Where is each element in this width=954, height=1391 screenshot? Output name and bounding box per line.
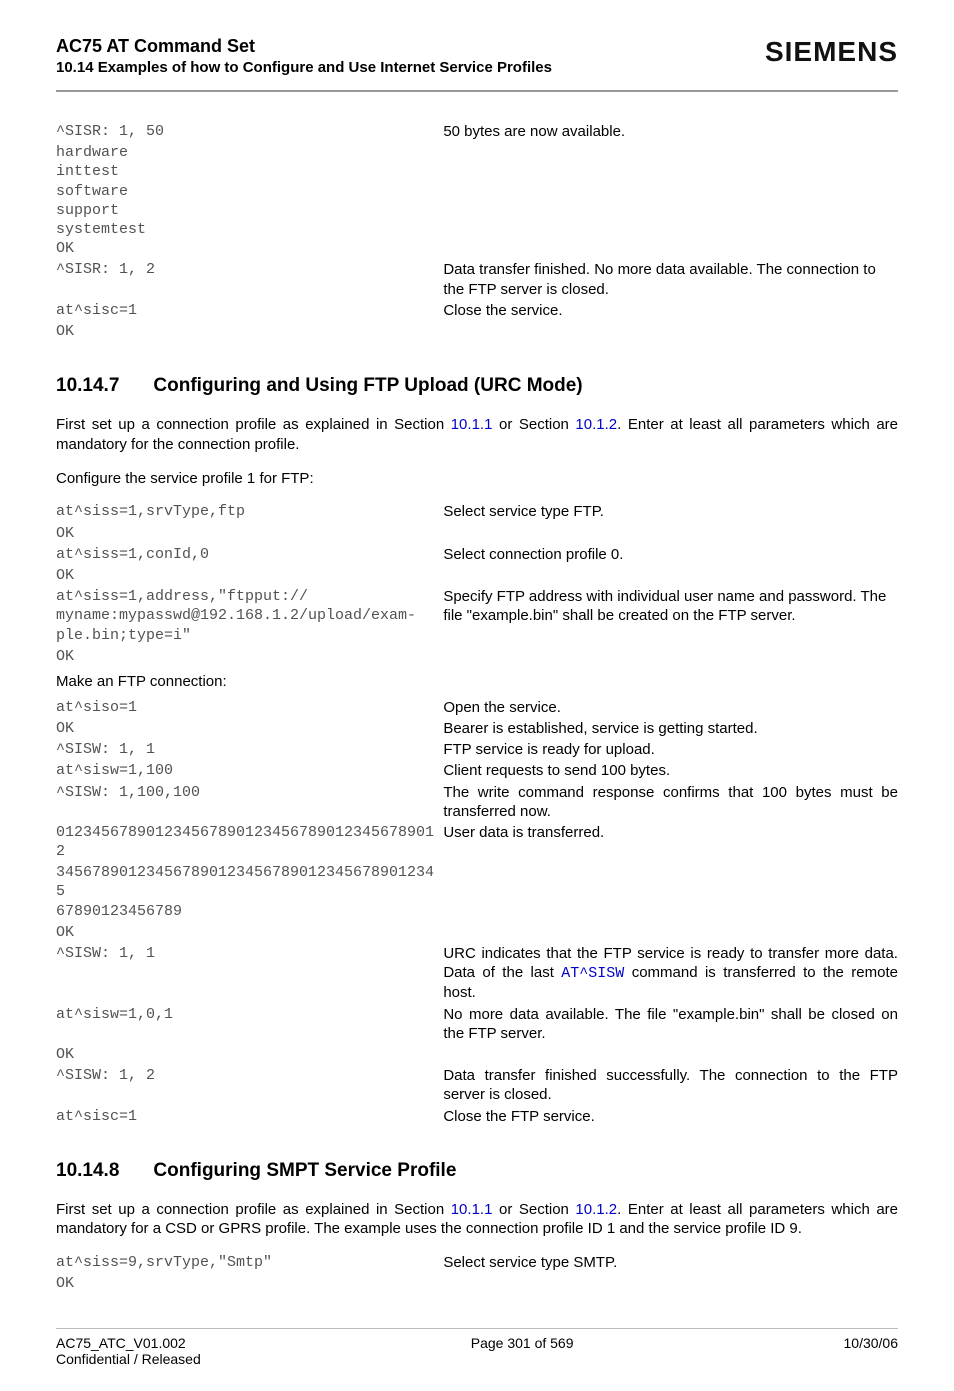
section-number: 10.14.8 <box>56 1160 119 1182</box>
comment-line: The write command response confirms that… <box>443 783 898 821</box>
code-line: 0123456789012345678901234567890123456789… <box>56 823 443 861</box>
section-link[interactable]: 10.1.1 <box>451 416 493 433</box>
section-link[interactable]: 10.1.2 <box>575 416 617 433</box>
code-line: ^SISW: 1, 2 <box>56 1066 443 1085</box>
code-line: ^SISR: 1, 50 <box>56 122 443 141</box>
comment-line: Client requests to send 100 bytes. <box>443 761 898 780</box>
section-heading: 10.14.7 Configuring and Using FTP Upload… <box>56 375 898 397</box>
code-line: OK <box>56 719 443 738</box>
code-line: ^SISR: 1, 2 <box>56 260 443 279</box>
code-block: at^siss=1,address,"ftpput:// myname:mypa… <box>56 587 443 645</box>
code-line: OK <box>56 923 443 942</box>
code-line: ^SISW: 1, 1 <box>56 740 443 759</box>
code-line: at^sisw=1,100 <box>56 761 443 780</box>
doc-subtitle: 10.14 Examples of how to Configure and U… <box>56 59 552 76</box>
code-line: at^sisc=1 <box>56 1107 443 1126</box>
code-block: 3456789012345678901234567890123456789012… <box>56 863 443 921</box>
code-line: OK <box>56 524 443 543</box>
comment-line: Select service type SMTP. <box>443 1253 898 1272</box>
code-line: at^siso=1 <box>56 698 443 717</box>
code-line: OK <box>56 1045 443 1064</box>
inline-code: AT^SISW <box>561 965 624 982</box>
comment-line: Close the FTP service. <box>443 1107 898 1126</box>
code-line: OK <box>56 566 443 585</box>
comment-line: URC indicates that the FTP service is re… <box>443 944 898 1003</box>
code-line: at^siss=1,conId,0 <box>56 545 443 564</box>
page-header: AC75 AT Command Set 10.14 Examples of ho… <box>56 36 898 92</box>
comment-line: Select connection profile 0. <box>443 545 898 564</box>
comment-line: Close the service. <box>443 301 898 320</box>
comment-line: No more data available. The file "exampl… <box>443 1005 898 1043</box>
comment-line: 50 bytes are now available. <box>443 122 898 141</box>
section-title: Configuring SMPT Service Profile <box>153 1160 456 1182</box>
header-left: AC75 AT Command Set 10.14 Examples of ho… <box>56 36 552 76</box>
comment-line: Data transfer finished. No more data ava… <box>443 260 898 298</box>
code-line: at^siss=9,srvType,"Smtp" <box>56 1253 443 1272</box>
section-link[interactable]: 10.1.1 <box>451 1201 493 1218</box>
comment-line: Bearer is established, service is gettin… <box>443 719 898 738</box>
body-paragraph: First set up a connection profile as exp… <box>56 415 898 455</box>
code-line: ^SISW: 1, 1 <box>56 944 443 963</box>
footer-rule <box>56 1328 898 1329</box>
body-paragraph: Make an FTP connection: <box>56 672 898 692</box>
code-line: at^siss=1,srvType,ftp <box>56 502 443 521</box>
brand-logo: SIEMENS <box>765 36 898 68</box>
header-rule <box>56 90 898 92</box>
code-line: ^SISW: 1,100,100 <box>56 783 443 802</box>
body-paragraph: First set up a connection profile as exp… <box>56 1200 898 1240</box>
section-heading: 10.14.8 Configuring SMPT Service Profile <box>56 1160 898 1182</box>
comment-line: Data transfer finished successfully. The… <box>443 1066 898 1104</box>
comment-line: Specify FTP address with individual user… <box>443 587 898 625</box>
section-link[interactable]: 10.1.2 <box>575 1201 617 1218</box>
doc-title: AC75 AT Command Set <box>56 36 552 57</box>
code-line: at^sisc=1 <box>56 301 443 320</box>
code-line: OK <box>56 1274 443 1293</box>
body-paragraph: Configure the service profile 1 for FTP: <box>56 469 898 489</box>
comment-line: Open the service. <box>443 698 898 717</box>
comment-line: Select service type FTP. <box>443 502 898 521</box>
code-block: hardware inttest software support system… <box>56 143 443 258</box>
comment-line: FTP service is ready for upload. <box>443 740 898 759</box>
code-line: OK <box>56 647 443 666</box>
section-title: Configuring and Using FTP Upload (URC Mo… <box>153 375 582 397</box>
code-line: OK <box>56 322 443 341</box>
code-line: at^sisw=1,0,1 <box>56 1005 443 1024</box>
section-number: 10.14.7 <box>56 375 119 397</box>
comment-line: User data is transferred. <box>443 823 898 842</box>
